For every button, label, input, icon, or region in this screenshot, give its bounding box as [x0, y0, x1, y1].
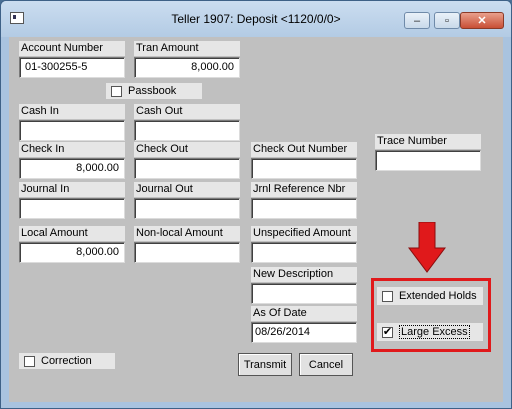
minimize-button[interactable]: –: [404, 12, 430, 29]
check-out-number-label: Check Out Number: [251, 142, 357, 157]
title-bar: Teller 1907: Deposit <1120/0/0> – ▫ ✕: [1, 1, 511, 37]
check-in-field[interactable]: 8,000.00: [19, 158, 125, 179]
check-out-field[interactable]: [134, 158, 240, 179]
nonlocal-amount-field[interactable]: [134, 242, 240, 263]
cash-out-field[interactable]: [134, 120, 240, 141]
nonlocal-amount-label: Non-local Amount: [134, 226, 240, 241]
correction-box[interactable]: [24, 355, 35, 367]
transmit-button[interactable]: Transmit: [238, 353, 292, 376]
journal-in-label: Journal In: [19, 182, 125, 197]
large-excess-box[interactable]: ✔: [382, 325, 393, 338]
passbook-label: Passbook: [128, 85, 177, 97]
trace-number-label: Trace Number: [375, 134, 481, 149]
deposit-form: Account Number 01-300255-5 Tran Amount 8…: [9, 37, 503, 402]
teller-window: Teller 1907: Deposit <1120/0/0> – ▫ ✕ Ac…: [0, 0, 512, 409]
extended-holds-checkbox[interactable]: Extended Holds: [377, 287, 483, 305]
check-out-label: Check Out: [134, 142, 240, 157]
jrnl-reference-nbr-label: Jrnl Reference Nbr: [251, 182, 357, 197]
account-number-label: Account Number: [19, 41, 125, 56]
local-amount-label: Local Amount: [19, 226, 125, 241]
tran-amount-label: Tran Amount: [134, 41, 240, 56]
trace-number-field[interactable]: [375, 150, 481, 171]
close-button[interactable]: ✕: [460, 12, 504, 29]
red-down-arrow-icon: [408, 222, 446, 273]
cash-out-label: Cash Out: [134, 104, 240, 119]
cash-in-field[interactable]: [19, 120, 125, 141]
jrnl-reference-nbr-field[interactable]: [251, 198, 357, 219]
new-description-label: New Description: [251, 267, 357, 282]
as-of-date-field[interactable]: 08/26/2014: [251, 322, 357, 343]
check-in-label: Check In: [19, 142, 125, 157]
new-description-field[interactable]: [251, 283, 357, 304]
unspecified-amount-field[interactable]: [251, 242, 357, 263]
journal-out-label: Journal Out: [134, 182, 240, 197]
maximize-button[interactable]: ▫: [434, 12, 460, 29]
journal-out-field[interactable]: [134, 198, 240, 219]
extended-holds-label: Extended Holds: [399, 290, 477, 302]
large-excess-checkbox[interactable]: ✔ Large Excess: [377, 323, 483, 341]
large-excess-label: Large Excess: [399, 325, 470, 339]
as-of-date-label: As Of Date: [251, 306, 357, 321]
unspecified-amount-label: Unspecified Amount: [251, 226, 357, 241]
correction-label: Correction: [41, 355, 92, 367]
account-number-field[interactable]: 01-300255-5: [19, 57, 125, 78]
checkmark-icon: ✔: [382, 325, 393, 338]
passbook-checkbox[interactable]: Passbook: [106, 83, 202, 99]
extended-holds-box[interactable]: [382, 290, 393, 302]
correction-checkbox[interactable]: Correction: [19, 353, 115, 369]
check-out-number-field[interactable]: [251, 158, 357, 179]
journal-in-field[interactable]: [19, 198, 125, 219]
tran-amount-field[interactable]: 8,000.00: [134, 57, 240, 78]
local-amount-field[interactable]: 8,000.00: [19, 242, 125, 263]
passbook-box[interactable]: [111, 85, 122, 97]
cash-in-label: Cash In: [19, 104, 125, 119]
cancel-button[interactable]: Cancel: [299, 353, 353, 376]
